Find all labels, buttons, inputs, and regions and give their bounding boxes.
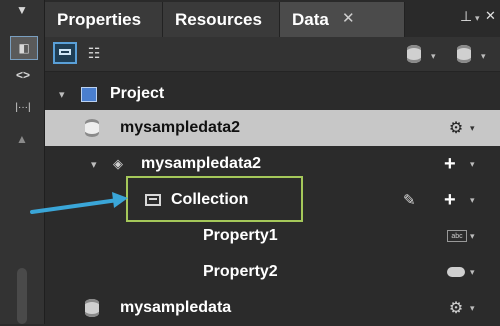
collapse-arrow-icon[interactable]: ▼: [14, 3, 30, 17]
tab-properties-label: Properties: [57, 9, 142, 29]
datasource2-label: mysampledata: [120, 299, 232, 316]
data-panel-toolbar: ☷ ▾ ▾: [45, 37, 500, 72]
datasource-options-dropdown-icon[interactable]: ▾: [470, 123, 475, 134]
string-type-icon[interactable]: abc: [447, 230, 467, 242]
create-sample-data-dropdown-icon[interactable]: ▾: [431, 51, 436, 62]
pin-icon[interactable]: ⊥: [460, 8, 472, 25]
details-view-icon[interactable]: ☷: [83, 42, 105, 64]
database-icon: [85, 119, 99, 137]
close-panel-icon[interactable]: ✕: [485, 8, 496, 24]
property2-type-dropdown-icon[interactable]: ▾: [470, 267, 475, 278]
scroll-up-icon[interactable]: ▲: [14, 132, 30, 146]
objects-panel-icon[interactable]: ◧: [10, 36, 38, 60]
boolean-type-icon[interactable]: [447, 267, 465, 277]
tree-row-project[interactable]: ▾ Project: [45, 76, 500, 112]
create-sample-data-icon[interactable]: [407, 45, 421, 63]
ruler-icon[interactable]: |···|: [10, 100, 36, 114]
chevron-down-icon[interactable]: ▾: [91, 158, 97, 171]
vertical-scrollbar-thumb[interactable]: [17, 268, 27, 324]
property1-label: Property1: [203, 227, 278, 244]
create-data-source-icon[interactable]: [457, 45, 471, 63]
add-collection-property-dropdown-icon[interactable]: ▾: [470, 195, 475, 206]
project-icon: [81, 86, 97, 102]
property1-type-dropdown-icon[interactable]: ▾: [470, 231, 475, 242]
chevron-down-icon[interactable]: ▾: [59, 88, 65, 101]
datasource-label: mysampledata2: [120, 119, 241, 136]
create-data-source-dropdown-icon[interactable]: ▾: [481, 51, 486, 62]
property2-label: Property2: [203, 263, 278, 280]
list-view-button[interactable]: [53, 42, 77, 64]
code-brackets-icon[interactable]: <>: [12, 66, 34, 84]
close-tab-icon[interactable]: ✕: [342, 9, 355, 27]
add-property-icon[interactable]: +: [444, 153, 456, 176]
collection-highlight-box: [126, 176, 303, 222]
datasource2-options-icon[interactable]: ⚙: [445, 298, 467, 318]
tab-data-label: Data: [292, 9, 329, 29]
pin-dropdown-icon[interactable]: ▾: [475, 13, 480, 24]
database-icon: [85, 299, 99, 317]
edit-sample-values-icon[interactable]: ✎: [403, 191, 416, 209]
annotation-arrow-icon: [30, 192, 128, 214]
add-collection-property-icon[interactable]: +: [444, 189, 456, 212]
add-property-dropdown-icon[interactable]: ▾: [470, 159, 475, 170]
project-label: Project: [110, 85, 165, 102]
datasource2-options-dropdown-icon[interactable]: ▾: [470, 303, 475, 314]
tree-row-datasource2[interactable]: mysampledata ⚙ ▾: [45, 290, 500, 326]
tree-row-datasource-selected[interactable]: mysampledata2 ⚙ ▾: [45, 110, 500, 146]
tree-row-property1[interactable]: Property1 abc ▾: [45, 218, 500, 254]
datasource-root-label: mysampledata2: [141, 155, 262, 172]
tree-row-property2[interactable]: Property2 ▾: [45, 254, 500, 290]
tab-properties[interactable]: Properties: [45, 2, 163, 37]
panel-tab-bar: Properties Resources Data ✕ ⊥ ▾ ✕: [45, 0, 500, 38]
left-tool-strip: ▼ ◧ <> |···| ▲: [0, 0, 45, 324]
tab-resources-label: Resources: [175, 9, 262, 29]
tab-resources[interactable]: Resources: [163, 2, 280, 37]
data-root-icon: ◈: [113, 156, 123, 171]
datasource-options-icon[interactable]: ⚙: [445, 118, 467, 138]
